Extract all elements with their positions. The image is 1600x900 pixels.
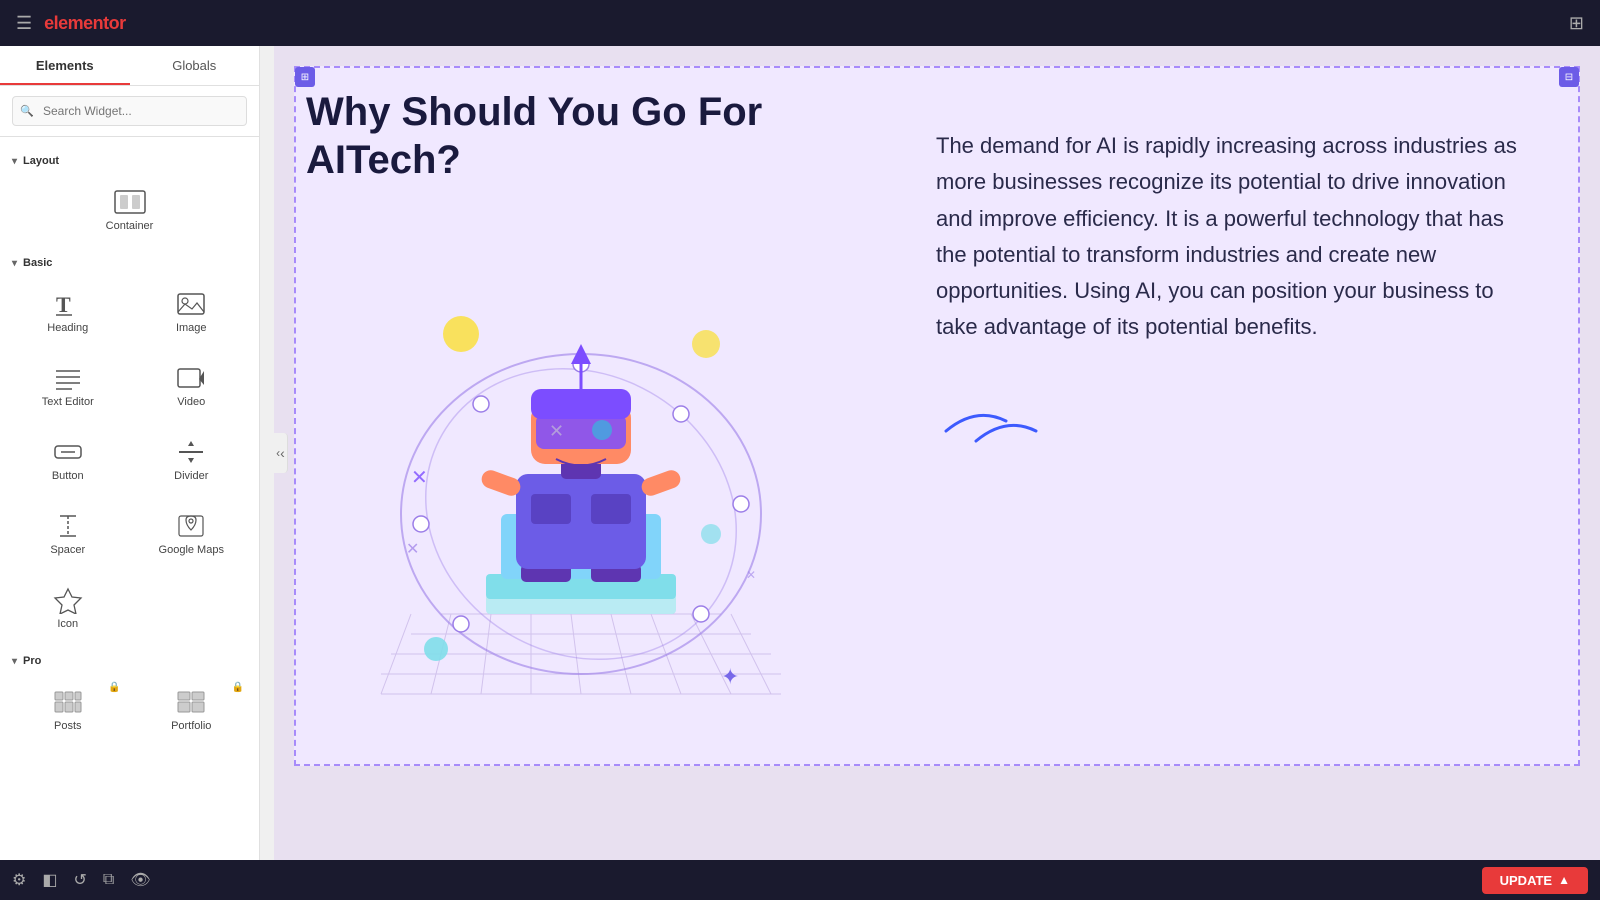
update-chevron-icon: ▲: [1558, 873, 1570, 887]
widget-portfolio[interactable]: 🔒 Portfolio: [132, 675, 252, 745]
collapse-icon: ‹: [276, 446, 280, 460]
hero-body-text: The demand for AI is rapidly increasing …: [936, 128, 1538, 346]
widget-text-editor[interactable]: Text Editor: [8, 351, 128, 421]
widget-video[interactable]: Video: [132, 351, 252, 421]
portfolio-lock-icon: 🔒: [232, 682, 244, 693]
basic-widgets: T Heading Image: [0, 273, 259, 647]
widget-spacer[interactable]: Spacer: [8, 499, 128, 569]
svg-text:✕: ✕: [406, 541, 419, 558]
widget-posts[interactable]: 🔒 Posts: [8, 675, 128, 745]
hero-right-panel: The demand for AI is rapidly increasing …: [876, 68, 1578, 764]
hero-heading: Why Should You Go For AITech?: [306, 88, 856, 184]
image-icon: [175, 290, 207, 318]
button-icon: [52, 438, 84, 466]
section-pro-arrow: ▾: [12, 656, 17, 667]
divider-icon: [175, 438, 207, 466]
heading-icon: T: [52, 290, 84, 318]
button-label: Button: [52, 470, 84, 482]
sidebar-tabs: Elements Globals: [0, 46, 259, 86]
decorative-lines: [936, 386, 1538, 451]
section-layout-arrow: ▾: [12, 156, 17, 167]
update-button[interactable]: UPDATE ▲: [1482, 867, 1588, 894]
update-label: UPDATE: [1500, 873, 1552, 888]
sidebar-collapse-handle[interactable]: ‹: [274, 433, 288, 473]
container-handle-top-left[interactable]: ⊞: [295, 67, 315, 87]
preview-icon[interactable]: 👁: [130, 870, 150, 890]
robot-illustration: ✕ ✦ ✕ ✕: [331, 234, 831, 714]
svg-text:✦: ✦: [721, 664, 739, 689]
history-icon[interactable]: ↺: [73, 870, 86, 890]
google-maps-icon: [175, 512, 207, 540]
video-icon: [175, 364, 207, 392]
top-bar: ☰ elementor ⊞: [0, 0, 1600, 46]
text-editor-icon: [52, 364, 84, 392]
section-basic-label[interactable]: ▾ Basic: [0, 249, 259, 273]
main-layout: Elements Globals ▾ Layout: [0, 46, 1600, 860]
widget-image[interactable]: Image: [132, 277, 252, 347]
container-icon: [114, 188, 146, 216]
hero-left-panel: Why Should You Go For AITech?: [296, 68, 876, 764]
google-maps-label: Google Maps: [159, 544, 224, 556]
spacer-label: Spacer: [50, 544, 85, 556]
canvas-area: ⊞ ⊟ Why Should You Go For AITech?: [274, 46, 1600, 860]
container-label: Container: [106, 220, 154, 232]
duplicate-icon[interactable]: ⧉: [103, 871, 114, 889]
tab-elements[interactable]: Elements: [0, 46, 130, 85]
settings-icon[interactable]: ⚙: [12, 870, 26, 890]
spacer-icon: [52, 512, 84, 540]
portfolio-icon: [175, 688, 207, 716]
widget-icon[interactable]: Icon: [8, 573, 128, 643]
bottom-left-icons: ⚙ ◧ ↺ ⧉ 👁: [12, 870, 151, 890]
svg-text:✕: ✕: [549, 421, 564, 441]
bottom-bar: ⚙ ◧ ↺ ⧉ 👁 UPDATE ▲: [0, 860, 1600, 900]
deco-lines-svg: [936, 386, 1056, 446]
svg-text:✕: ✕: [746, 568, 756, 582]
video-label: Video: [177, 396, 205, 408]
text-editor-label: Text Editor: [42, 396, 94, 408]
hero-image-area: ✕ ✦ ✕ ✕: [306, 194, 856, 754]
widget-button[interactable]: Button: [8, 425, 128, 495]
widget-container[interactable]: Container: [8, 175, 251, 245]
icon-widget-icon: [52, 586, 84, 614]
canvas-content: ⊞ ⊟ Why Should You Go For AITech?: [274, 46, 1600, 860]
pro-widgets: 🔒 Posts 🔒: [0, 671, 259, 749]
widget-heading[interactable]: T Heading: [8, 277, 128, 347]
tab-globals[interactable]: Globals: [130, 46, 260, 85]
search-box: [0, 86, 259, 137]
section-basic-arrow: ▾: [12, 258, 17, 269]
elementor-logo: elementor: [44, 13, 126, 34]
svg-text:✕: ✕: [411, 467, 428, 489]
section-pro-label[interactable]: ▾ Pro: [0, 647, 259, 671]
layout-widgets: Container: [0, 171, 259, 249]
widget-divider[interactable]: Divider: [132, 425, 252, 495]
divider-label: Divider: [174, 470, 208, 482]
search-input[interactable]: [12, 96, 247, 126]
widget-google-maps[interactable]: Google Maps: [132, 499, 252, 569]
container-handle-top-right[interactable]: ⊟: [1559, 67, 1579, 87]
sidebar-content: ▾ Layout Container ▾: [0, 137, 259, 860]
container-handle-icon-tl: ⊞: [301, 72, 309, 83]
posts-lock-icon: 🔒: [108, 682, 120, 693]
icon-label: Icon: [57, 618, 78, 630]
grid-icon[interactable]: ⊞: [1569, 13, 1584, 34]
svg-text:T: T: [56, 292, 71, 317]
sidebar: Elements Globals ▾ Layout: [0, 46, 260, 860]
hamburger-icon[interactable]: ☰: [16, 13, 32, 34]
heading-label: Heading: [47, 322, 88, 334]
section-layout-label[interactable]: ▾ Layout: [0, 147, 259, 171]
posts-label: Posts: [54, 720, 82, 732]
portfolio-label: Portfolio: [171, 720, 211, 732]
selected-container[interactable]: ⊞ ⊟ Why Should You Go For AITech?: [294, 66, 1580, 766]
image-label: Image: [176, 322, 207, 334]
container-handle-icon-tr: ⊟: [1565, 72, 1573, 83]
posts-icon: [52, 688, 84, 716]
layers-icon[interactable]: ◧: [42, 870, 57, 890]
